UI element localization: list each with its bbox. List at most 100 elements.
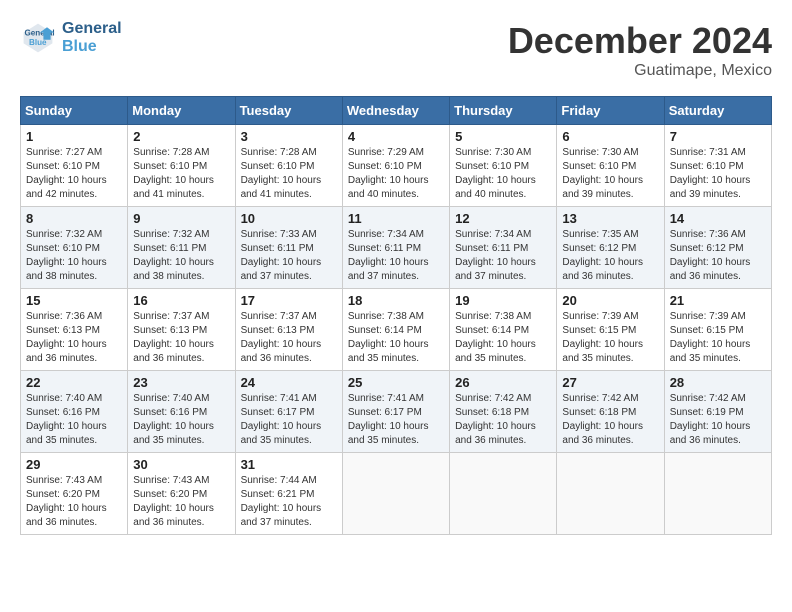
day-number: 23: [133, 375, 229, 390]
day-number: 28: [670, 375, 766, 390]
day-info: Sunrise: 7:44 AM Sunset: 6:21 PM Dayligh…: [241, 474, 337, 530]
day-number: 25: [348, 375, 444, 390]
day-number: 24: [241, 375, 337, 390]
day-number: 30: [133, 457, 229, 472]
day-number: 3: [241, 129, 337, 144]
calendar-cell: [342, 453, 449, 535]
day-number: 21: [670, 293, 766, 308]
calendar-cell: 23 Sunrise: 7:40 AM Sunset: 6:16 PM Dayl…: [128, 371, 235, 453]
calendar-cell: [557, 453, 664, 535]
day-info: Sunrise: 7:39 AM Sunset: 6:15 PM Dayligh…: [670, 310, 766, 366]
calendar-cell: 29 Sunrise: 7:43 AM Sunset: 6:20 PM Dayl…: [21, 453, 128, 535]
calendar-cell: 20 Sunrise: 7:39 AM Sunset: 6:15 PM Dayl…: [557, 289, 664, 371]
calendar-cell: 7 Sunrise: 7:31 AM Sunset: 6:10 PM Dayli…: [664, 125, 771, 207]
day-info: Sunrise: 7:31 AM Sunset: 6:10 PM Dayligh…: [670, 146, 766, 202]
calendar-cell: 9 Sunrise: 7:32 AM Sunset: 6:11 PM Dayli…: [128, 207, 235, 289]
calendar-week-row: 29 Sunrise: 7:43 AM Sunset: 6:20 PM Dayl…: [21, 453, 772, 535]
day-info: Sunrise: 7:30 AM Sunset: 6:10 PM Dayligh…: [455, 146, 551, 202]
day-number: 20: [562, 293, 658, 308]
day-number: 22: [26, 375, 122, 390]
day-number: 9: [133, 211, 229, 226]
day-number: 6: [562, 129, 658, 144]
day-info: Sunrise: 7:29 AM Sunset: 6:10 PM Dayligh…: [348, 146, 444, 202]
calendar-cell: 14 Sunrise: 7:36 AM Sunset: 6:12 PM Dayl…: [664, 207, 771, 289]
logo: General Blue General Blue: [20, 20, 122, 56]
day-number: 19: [455, 293, 551, 308]
calendar: SundayMondayTuesdayWednesdayThursdayFrid…: [20, 96, 772, 535]
day-info: Sunrise: 7:27 AM Sunset: 6:10 PM Dayligh…: [26, 146, 122, 202]
calendar-header-friday: Friday: [557, 97, 664, 125]
day-info: Sunrise: 7:28 AM Sunset: 6:10 PM Dayligh…: [133, 146, 229, 202]
day-info: Sunrise: 7:34 AM Sunset: 6:11 PM Dayligh…: [348, 228, 444, 284]
day-number: 16: [133, 293, 229, 308]
day-number: 29: [26, 457, 122, 472]
day-info: Sunrise: 7:33 AM Sunset: 6:11 PM Dayligh…: [241, 228, 337, 284]
calendar-cell: [450, 453, 557, 535]
day-number: 17: [241, 293, 337, 308]
day-info: Sunrise: 7:38 AM Sunset: 6:14 PM Dayligh…: [455, 310, 551, 366]
day-info: Sunrise: 7:37 AM Sunset: 6:13 PM Dayligh…: [241, 310, 337, 366]
day-info: Sunrise: 7:34 AM Sunset: 6:11 PM Dayligh…: [455, 228, 551, 284]
calendar-cell: 30 Sunrise: 7:43 AM Sunset: 6:20 PM Dayl…: [128, 453, 235, 535]
day-info: Sunrise: 7:41 AM Sunset: 6:17 PM Dayligh…: [241, 392, 337, 448]
calendar-cell: 8 Sunrise: 7:32 AM Sunset: 6:10 PM Dayli…: [21, 207, 128, 289]
calendar-cell: 10 Sunrise: 7:33 AM Sunset: 6:11 PM Dayl…: [235, 207, 342, 289]
day-info: Sunrise: 7:38 AM Sunset: 6:14 PM Dayligh…: [348, 310, 444, 366]
day-info: Sunrise: 7:40 AM Sunset: 6:16 PM Dayligh…: [133, 392, 229, 448]
calendar-header-row: SundayMondayTuesdayWednesdayThursdayFrid…: [21, 97, 772, 125]
calendar-week-row: 15 Sunrise: 7:36 AM Sunset: 6:13 PM Dayl…: [21, 289, 772, 371]
logo-text-line2: Blue: [62, 38, 122, 56]
day-info: Sunrise: 7:36 AM Sunset: 6:12 PM Dayligh…: [670, 228, 766, 284]
day-info: Sunrise: 7:30 AM Sunset: 6:10 PM Dayligh…: [562, 146, 658, 202]
day-number: 11: [348, 211, 444, 226]
day-number: 12: [455, 211, 551, 226]
day-info: Sunrise: 7:41 AM Sunset: 6:17 PM Dayligh…: [348, 392, 444, 448]
day-number: 18: [348, 293, 444, 308]
calendar-header-thursday: Thursday: [450, 97, 557, 125]
day-info: Sunrise: 7:32 AM Sunset: 6:11 PM Dayligh…: [133, 228, 229, 284]
day-info: Sunrise: 7:43 AM Sunset: 6:20 PM Dayligh…: [133, 474, 229, 530]
day-info: Sunrise: 7:28 AM Sunset: 6:10 PM Dayligh…: [241, 146, 337, 202]
calendar-cell: 25 Sunrise: 7:41 AM Sunset: 6:17 PM Dayl…: [342, 371, 449, 453]
calendar-cell: 16 Sunrise: 7:37 AM Sunset: 6:13 PM Dayl…: [128, 289, 235, 371]
calendar-cell: 13 Sunrise: 7:35 AM Sunset: 6:12 PM Dayl…: [557, 207, 664, 289]
day-info: Sunrise: 7:35 AM Sunset: 6:12 PM Dayligh…: [562, 228, 658, 284]
calendar-cell: 4 Sunrise: 7:29 AM Sunset: 6:10 PM Dayli…: [342, 125, 449, 207]
logo-text-line1: General: [62, 20, 122, 38]
calendar-cell: 28 Sunrise: 7:42 AM Sunset: 6:19 PM Dayl…: [664, 371, 771, 453]
calendar-cell: 21 Sunrise: 7:39 AM Sunset: 6:15 PM Dayl…: [664, 289, 771, 371]
header: General Blue General Blue December 2024 …: [20, 20, 772, 80]
day-number: 26: [455, 375, 551, 390]
day-info: Sunrise: 7:42 AM Sunset: 6:18 PM Dayligh…: [455, 392, 551, 448]
day-info: Sunrise: 7:39 AM Sunset: 6:15 PM Dayligh…: [562, 310, 658, 366]
day-info: Sunrise: 7:42 AM Sunset: 6:18 PM Dayligh…: [562, 392, 658, 448]
calendar-header-saturday: Saturday: [664, 97, 771, 125]
calendar-cell: 1 Sunrise: 7:27 AM Sunset: 6:10 PM Dayli…: [21, 125, 128, 207]
calendar-cell: [664, 453, 771, 535]
day-number: 27: [562, 375, 658, 390]
calendar-cell: 24 Sunrise: 7:41 AM Sunset: 6:17 PM Dayl…: [235, 371, 342, 453]
day-number: 7: [670, 129, 766, 144]
calendar-header-wednesday: Wednesday: [342, 97, 449, 125]
month-title: December 2024: [508, 20, 772, 62]
calendar-header-tuesday: Tuesday: [235, 97, 342, 125]
day-number: 1: [26, 129, 122, 144]
calendar-cell: 15 Sunrise: 7:36 AM Sunset: 6:13 PM Dayl…: [21, 289, 128, 371]
calendar-cell: 11 Sunrise: 7:34 AM Sunset: 6:11 PM Dayl…: [342, 207, 449, 289]
day-info: Sunrise: 7:42 AM Sunset: 6:19 PM Dayligh…: [670, 392, 766, 448]
calendar-cell: 19 Sunrise: 7:38 AM Sunset: 6:14 PM Dayl…: [450, 289, 557, 371]
title-area: December 2024 Guatimape, Mexico: [508, 20, 772, 80]
calendar-week-row: 1 Sunrise: 7:27 AM Sunset: 6:10 PM Dayli…: [21, 125, 772, 207]
calendar-cell: 27 Sunrise: 7:42 AM Sunset: 6:18 PM Dayl…: [557, 371, 664, 453]
day-number: 5: [455, 129, 551, 144]
day-info: Sunrise: 7:37 AM Sunset: 6:13 PM Dayligh…: [133, 310, 229, 366]
day-number: 10: [241, 211, 337, 226]
day-info: Sunrise: 7:36 AM Sunset: 6:13 PM Dayligh…: [26, 310, 122, 366]
day-number: 31: [241, 457, 337, 472]
day-info: Sunrise: 7:32 AM Sunset: 6:10 PM Dayligh…: [26, 228, 122, 284]
day-number: 2: [133, 129, 229, 144]
calendar-cell: 6 Sunrise: 7:30 AM Sunset: 6:10 PM Dayli…: [557, 125, 664, 207]
day-info: Sunrise: 7:40 AM Sunset: 6:16 PM Dayligh…: [26, 392, 122, 448]
day-number: 13: [562, 211, 658, 226]
calendar-cell: 18 Sunrise: 7:38 AM Sunset: 6:14 PM Dayl…: [342, 289, 449, 371]
